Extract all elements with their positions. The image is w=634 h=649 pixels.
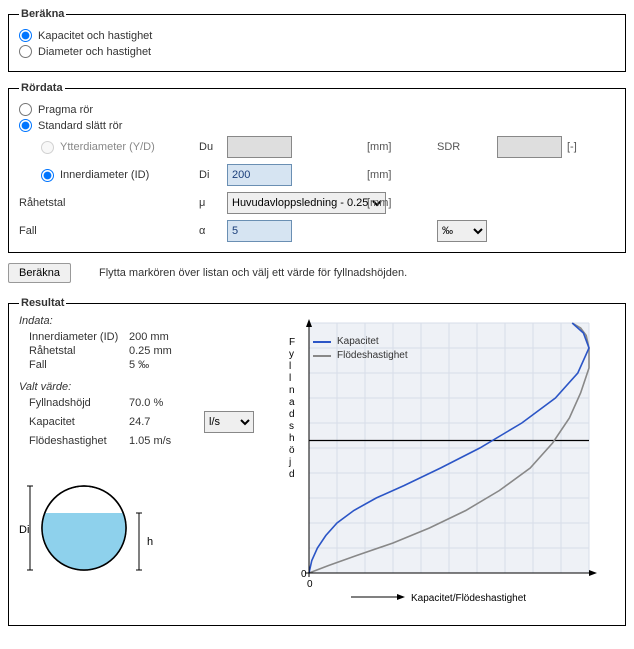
resultat-fieldset: Resultat Indata: Innerdiameter (ID) 200 … [8,297,626,626]
du-symbol: Du [199,141,227,153]
legend-kap: Kapacitet [337,335,379,349]
label-ytter: Ytterdiameter (Y/D) [60,141,155,153]
pipe-diagram: Di h [19,473,269,586]
legend-swatch-kap [313,341,331,343]
label-standard: Standard slätt rör [38,120,122,132]
di-marker: Di [19,524,29,536]
radio-inner[interactable] [41,169,54,182]
indata-head: Indata: [19,315,269,327]
di-input[interactable] [227,164,292,186]
label-pragma: Pragma rör [38,104,93,116]
fall-unit-select[interactable]: ‰ [437,220,487,242]
radio-capacity[interactable] [19,29,32,42]
res-id-value: 200 mm [129,331,204,343]
du-unit: [mm] [367,141,437,153]
radio-ytter [41,141,54,154]
resultat-legend: Resultat [19,297,66,309]
di-symbol: Di [199,169,227,181]
x-axis-label: Kapacitet/Flödeshastighet [411,593,526,604]
legend-swatch-flow [313,355,331,357]
res-id-label: Innerdiameter (ID) [19,331,129,343]
sdr-label: SDR [437,141,497,153]
radio-diameter[interactable] [19,45,32,58]
res-kap-label: Kapacitet [19,416,129,428]
res-rough-label: Råhetstal [19,345,129,357]
legend-flow: Flödeshastighet [337,349,408,363]
chart-legend: Kapacitet Flödeshastighet [313,335,408,363]
res-fall-value: 5 ‰ [129,359,204,371]
rordata-legend: Rördata [19,82,65,94]
sdr-input-disabled [497,136,562,158]
di-unit: [mm] [367,169,437,181]
berakna-legend: Beräkna [19,8,66,20]
x-zero: 0 [307,579,313,590]
fall-label: Fall [19,225,199,237]
res-flow-label: Flödeshastighet [19,435,129,447]
alpha-symbol: α [199,225,227,237]
calculate-button[interactable]: Beräkna [8,263,71,283]
res-fyll-value: 70.0 % [129,397,204,409]
roughness-label: Råhetstal [19,197,199,209]
sdr-unit: [-] [567,141,587,153]
h-marker: h [147,536,153,548]
y-axis-label: Fyllnadshöjd [288,337,295,480]
label-inner: Innerdiameter (ID) [60,169,149,181]
kap-unit-select[interactable]: l/s [204,411,254,433]
res-kap-value: 24.7 [129,416,204,428]
res-fall-label: Fall [19,359,129,371]
roughness-select[interactable]: Huvudavloppsledning - 0.25 [227,192,386,214]
valt-head: Valt värde: [19,381,269,393]
berakna-fieldset: Beräkna Kapacitet och hastighet Diameter… [8,8,626,72]
radio-standard[interactable] [19,119,32,132]
fall-input[interactable] [227,220,292,242]
label-capacity: Kapacitet och hastighet [38,30,152,42]
res-fyll-label: Fyllnadshöjd [19,397,129,409]
label-diameter: Diameter och hastighet [38,46,151,58]
radio-pragma[interactable] [19,103,32,116]
hint-text: Flytta markören över listan och välj ett… [99,267,407,279]
mu-symbol: μ [199,197,227,209]
du-input-disabled [227,136,292,158]
rordata-fieldset: Rördata Pragma rör Standard slätt rör Yt… [8,82,626,253]
res-rough-value: 0.25 mm [129,345,204,357]
roughness-unit: [mm] [367,197,437,209]
res-flow-value: 1.05 m/s [129,435,204,447]
